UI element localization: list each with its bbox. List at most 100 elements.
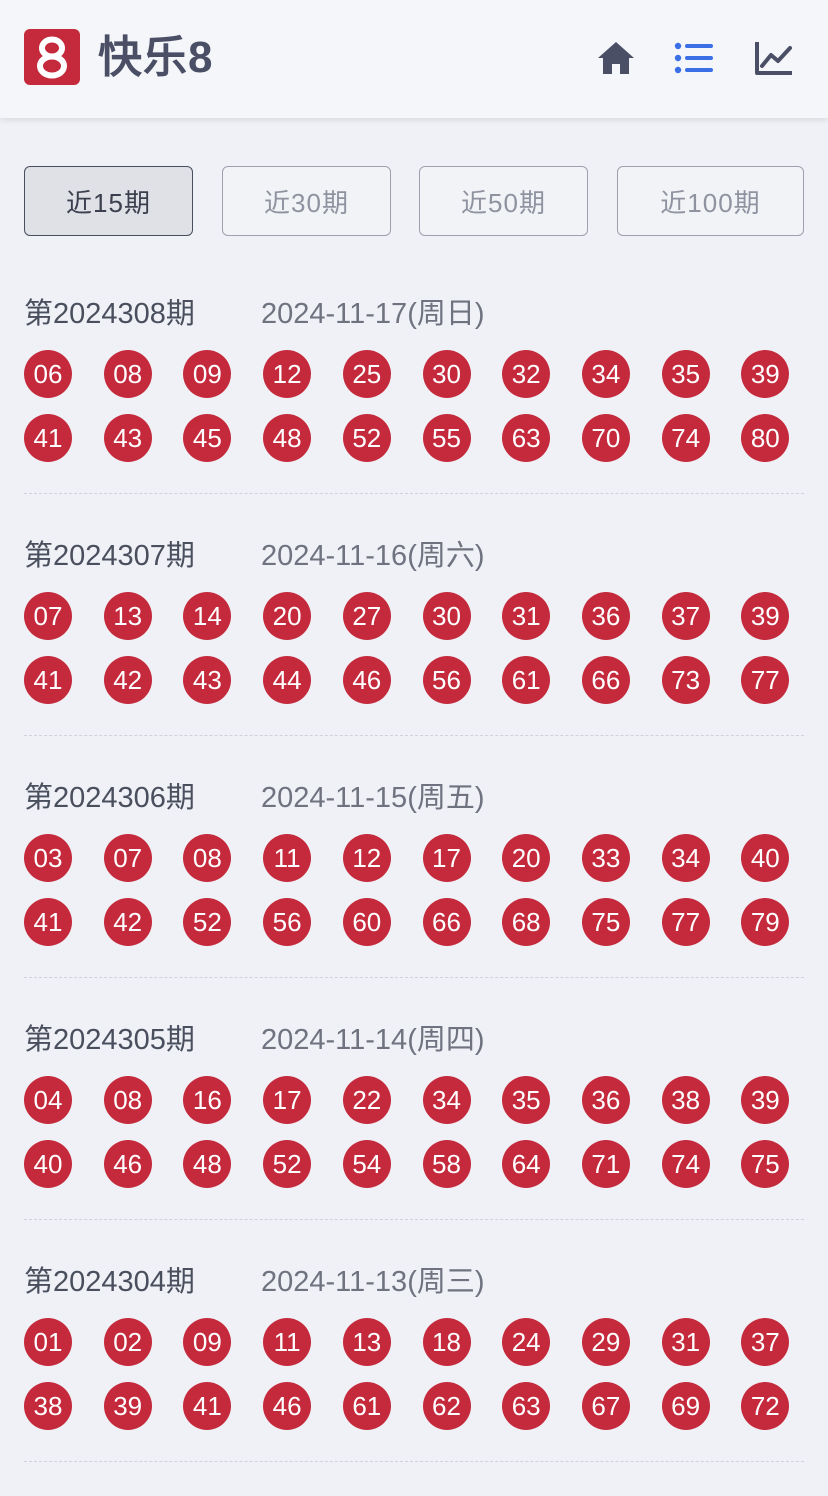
number-ball: 12 [263, 350, 312, 398]
number-ball: 40 [741, 834, 790, 882]
number-ball: 37 [661, 592, 710, 640]
draw-period-number: 第2024307期 [24, 540, 195, 572]
tab-recent-50[interactable]: 近50期 [419, 166, 588, 236]
number-ball: 72 [741, 1382, 790, 1430]
number-ball: 52 [342, 414, 391, 462]
number-ball: 68 [502, 898, 551, 946]
home-button[interactable] [592, 34, 640, 82]
tab-recent-15[interactable]: 近15期 [24, 166, 193, 236]
number-ball: 14 [183, 592, 232, 640]
number-ball: 02 [103, 1318, 152, 1366]
number-ball: 66 [581, 656, 630, 704]
number-ball: 42 [103, 898, 152, 946]
number-ball: 42 [103, 656, 152, 704]
draw-header: 第2024307期 2024-11-16(周六) [24, 528, 485, 578]
draw-header: 第2024306期 2024-11-15(周五) [24, 770, 485, 820]
draw-date: 2024-11-15(周五) [261, 782, 485, 814]
draw-divider [24, 1219, 804, 1220]
number-ball: 22 [342, 1076, 391, 1124]
number-ball: 66 [422, 898, 471, 946]
draw-date: 2024-11-17(周日) [261, 298, 485, 330]
number-ball: 41 [24, 656, 72, 704]
number-ball: 75 [741, 1140, 790, 1188]
number-ball: 32 [502, 350, 551, 398]
number-ball: 73 [661, 656, 710, 704]
number-ball: 54 [342, 1140, 391, 1188]
draw-results-list: 第2024308期 2024-11-17(周日) 06 08 09 12 25 30 32 34 3… [24, 286, 804, 1496]
number-ball: 77 [741, 656, 790, 704]
draw-item: 第2024304期 2024-11-13(周三) 01 02 09 11 13 18 24 29 3… [24, 1254, 804, 1496]
tab-recent-30[interactable]: 近30期 [222, 166, 391, 236]
number-ball: 34 [581, 350, 630, 398]
number-ball: 12 [342, 834, 391, 882]
number-ball: 06 [24, 350, 72, 398]
list-button[interactable] [670, 34, 718, 82]
number-ball: 36 [581, 1076, 630, 1124]
draw-header: 第2024304期 2024-11-13(周三) [24, 1254, 485, 1304]
number-ball: 64 [502, 1140, 551, 1188]
number-ball: 13 [103, 592, 152, 640]
number-ball: 69 [661, 1382, 710, 1430]
number-ball: 03 [24, 834, 72, 882]
number-ball: 16 [183, 1076, 232, 1124]
number-ball: 27 [342, 592, 391, 640]
logo-eight-icon [37, 36, 67, 79]
number-ball: 36 [581, 592, 630, 640]
number-ball: 11 [263, 834, 312, 882]
number-ball: 30 [422, 592, 471, 640]
number-ball: 07 [103, 834, 152, 882]
home-icon [598, 42, 634, 74]
number-ball: 52 [183, 898, 232, 946]
number-ball: 80 [741, 414, 790, 462]
number-ball: 63 [502, 414, 551, 462]
number-ball: 18 [422, 1318, 471, 1366]
number-ball: 48 [263, 414, 312, 462]
number-ball: 31 [661, 1318, 710, 1366]
number-ball: 13 [342, 1318, 391, 1366]
number-ball: 08 [103, 1076, 152, 1124]
number-ball: 71 [581, 1140, 630, 1188]
number-ball: 43 [183, 656, 232, 704]
app-logo [24, 29, 80, 85]
number-ball: 41 [24, 414, 72, 462]
draw-item: 第2024308期 2024-11-17(周日) 06 08 09 12 25 30 32 34 3… [24, 286, 804, 528]
number-ball: 74 [661, 1140, 710, 1188]
number-ball: 41 [24, 898, 72, 946]
number-ball: 35 [661, 350, 710, 398]
draw-item: 第2024305期 2024-11-14(周四) 04 08 16 17 22 34 35 36 3… [24, 1012, 804, 1254]
number-ball: 31 [502, 592, 551, 640]
number-ball: 37 [741, 1318, 790, 1366]
number-ball: 33 [581, 834, 630, 882]
number-ball: 17 [263, 1076, 312, 1124]
draw-period-number: 第2024306期 [24, 782, 195, 814]
number-ball: 52 [263, 1140, 312, 1188]
number-ball: 79 [741, 898, 790, 946]
number-ball: 43 [103, 414, 152, 462]
number-ball: 40 [24, 1140, 72, 1188]
draw-header: 第2024308期 2024-11-17(周日) [24, 286, 485, 336]
number-ball: 61 [502, 656, 551, 704]
number-ball: 34 [422, 1076, 471, 1124]
number-ball: 45 [183, 414, 232, 462]
number-ball: 75 [581, 898, 630, 946]
draw-date: 2024-11-14(周四) [261, 1024, 485, 1056]
number-ball: 46 [342, 656, 391, 704]
number-ball: 70 [581, 414, 630, 462]
draw-period-number: 第2024305期 [24, 1024, 195, 1056]
number-ball: 58 [422, 1140, 471, 1188]
draw-divider [24, 1461, 804, 1462]
number-ball: 34 [661, 834, 710, 882]
number-ball: 60 [342, 898, 391, 946]
chart-button[interactable] [750, 34, 798, 82]
list-icon [674, 42, 713, 74]
number-ball: 55 [422, 414, 471, 462]
number-ball: 39 [741, 1076, 790, 1124]
tab-recent-100[interactable]: 近100期 [617, 166, 804, 236]
draw-divider [24, 977, 804, 978]
draw-header: 第2024305期 2024-11-14(周四) [24, 1012, 485, 1062]
number-ball: 11 [263, 1318, 312, 1366]
number-ball: 67 [581, 1382, 630, 1430]
number-ball: 24 [502, 1318, 551, 1366]
draw-date: 2024-11-16(周六) [261, 540, 485, 572]
number-ball: 25 [342, 350, 391, 398]
